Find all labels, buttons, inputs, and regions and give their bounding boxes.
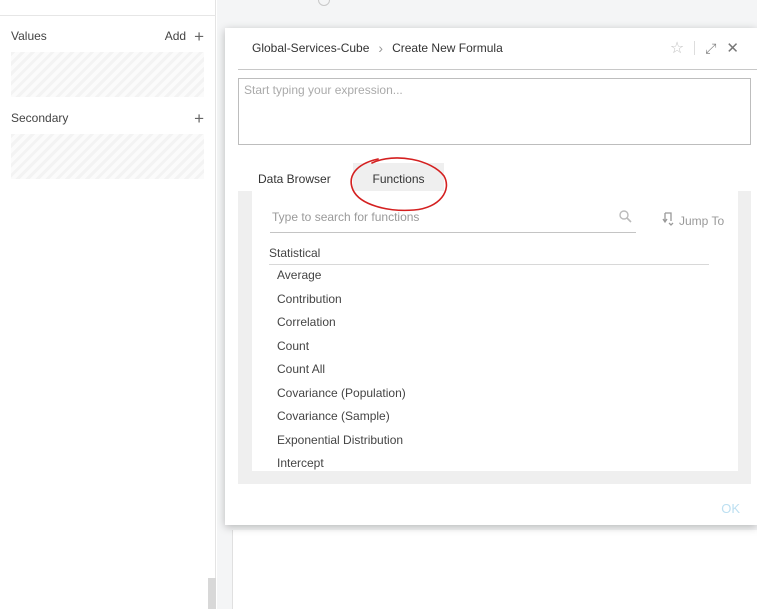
functions-list-container: Jump To Statistical Average Contribution… [252, 191, 738, 471]
function-item[interactable]: Count All [277, 361, 677, 385]
jump-to-button[interactable]: Jump To [662, 212, 724, 229]
secondary-header: Secondary + [11, 108, 204, 128]
values-section: Values Add + [11, 26, 204, 97]
star-icon[interactable]: ☆ [670, 38, 684, 58]
function-item[interactable]: Covariance (Sample) [277, 408, 677, 432]
chevron-right-icon: › [378, 40, 384, 56]
background-canvas [232, 530, 757, 609]
search-icon[interactable] [619, 210, 632, 226]
dialog-header: Global-Services-Cube › Create New Formul… [225, 28, 757, 68]
expression-input[interactable] [238, 78, 751, 145]
jump-to-label[interactable]: Jump To [679, 214, 724, 228]
panel-splitter[interactable] [208, 578, 216, 609]
functions-panel: Jump To Statistical Average Contribution… [238, 191, 751, 484]
header-divider [238, 69, 757, 70]
function-item[interactable]: Exponential Distribution [277, 432, 677, 456]
values-drop-zone[interactable] [11, 52, 204, 97]
function-item[interactable]: Average [277, 267, 677, 291]
function-list: Average Contribution Correlation Count C… [277, 267, 677, 471]
breadcrumb: Global-Services-Cube › Create New Formul… [252, 40, 503, 56]
ok-button[interactable]: OK [721, 501, 740, 516]
secondary-drop-zone[interactable] [11, 134, 204, 179]
breadcrumb-current: Create New Formula [392, 41, 503, 55]
values-label: Values [11, 29, 47, 43]
create-formula-dialog: Global-Services-Cube › Create New Formul… [225, 28, 757, 525]
function-search-input[interactable] [272, 210, 602, 224]
plus-icon[interactable]: + [194, 110, 204, 127]
secondary-label: Secondary [11, 111, 69, 125]
secondary-add-button[interactable]: + [194, 110, 204, 127]
jump-icon [662, 212, 674, 229]
close-icon[interactable]: ✕ [726, 39, 739, 57]
function-item[interactable]: Intercept [277, 455, 677, 471]
function-item[interactable]: Correlation [277, 314, 677, 338]
left-panel: Values Add + Secondary + [0, 0, 216, 609]
function-item[interactable]: Count [277, 338, 677, 362]
divider [694, 41, 696, 55]
tab-data-browser[interactable]: Data Browser [258, 163, 331, 191]
category-header: Statistical [269, 246, 709, 265]
function-item[interactable]: Covariance (Population) [277, 385, 677, 409]
tab-functions[interactable]: Functions [353, 163, 444, 191]
dialog-tabs: Data Browser Functions [238, 163, 751, 191]
expand-icon[interactable]: ⤢ [705, 40, 716, 57]
function-item[interactable]: Contribution [277, 291, 677, 315]
values-add-button[interactable]: Add + [165, 28, 204, 45]
header-actions: ☆ ⤢ ✕ [670, 38, 739, 58]
function-search [270, 204, 636, 233]
values-header: Values Add + [11, 26, 204, 46]
divider [0, 15, 216, 16]
add-label[interactable]: Add [165, 29, 186, 43]
secondary-section: Secondary + [11, 108, 204, 179]
breadcrumb-root[interactable]: Global-Services-Cube [252, 41, 369, 55]
plus-icon[interactable]: + [194, 28, 204, 45]
